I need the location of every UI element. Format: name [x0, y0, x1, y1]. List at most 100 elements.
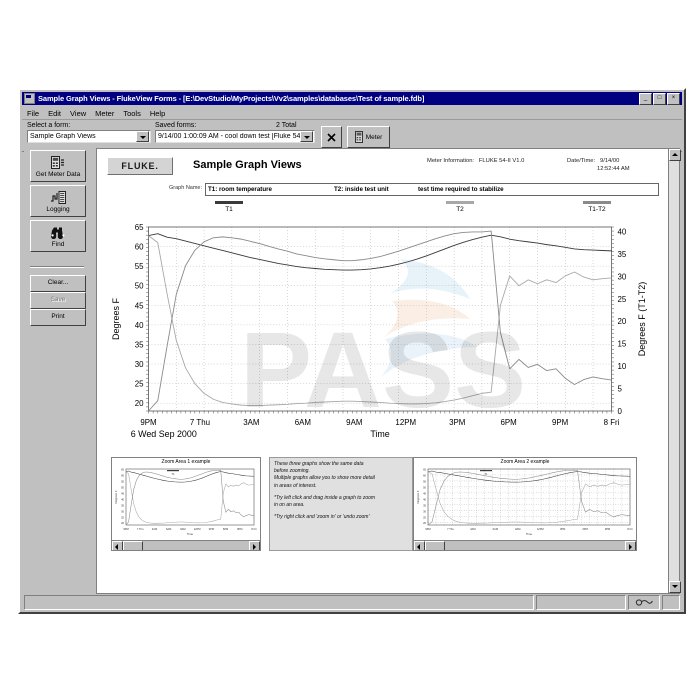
scroll-right-icon[interactable] [249, 540, 260, 550]
save-button-label: Save [50, 296, 66, 303]
main-chart[interactable]: 20 25 30 35 40 45 50 55 60 65 0 5 10 15 20 25 30 35 40 9PM 7… [103, 223, 663, 451]
legend-swatch [446, 201, 474, 204]
scroll-left-icon[interactable] [112, 540, 123, 550]
sidebar-item-get-meter-data[interactable]: Get Meter Data [30, 150, 86, 182]
mini-chart-2-scrollbar[interactable] [414, 540, 636, 550]
svg-text:9PM: 9PM [140, 418, 156, 427]
scroll-left-icon[interactable] [414, 540, 425, 550]
minimize-button[interactable]: _ [639, 92, 652, 105]
chevron-down-icon[interactable] [136, 131, 149, 142]
mini-chart-2-svg: 20 25 30 35 40 45 5055 60 65 9PM 7 Thu 3AM 6AM 9AM 12P… [416, 468, 633, 536]
mini-chart-2[interactable]: Zoom Area 2 example 20 25 30 35 40 45 50 55 60 65… [413, 457, 637, 551]
mini-chart-1-scrollbar[interactable] [112, 540, 260, 550]
notes-line-5: *Try left click and drag inside a graph … [274, 494, 376, 501]
forms-total-label: 2 Total [276, 122, 297, 129]
logging-icon [31, 189, 85, 205]
menu-edit[interactable]: Edit [48, 109, 61, 118]
svg-text:55: 55 [423, 480, 426, 484]
maximize-button[interactable]: □ [653, 92, 666, 105]
datetime-date: 9/14/00 [599, 158, 620, 164]
menu-tools[interactable]: Tools [123, 109, 141, 118]
menu-meter[interactable]: Meter [95, 109, 114, 118]
svg-text:8 Fri: 8 Fri [604, 418, 620, 427]
chevron-down-icon[interactable] [300, 131, 313, 142]
delete-form-button[interactable] [321, 126, 342, 148]
svg-text:9AM: 9AM [346, 418, 362, 427]
svg-text:20: 20 [135, 399, 144, 408]
menu-view[interactable]: View [70, 109, 86, 118]
select-form-value: Sample Graph Views [30, 133, 96, 140]
mini-chart-1[interactable]: Zoom Area 1 example 20 25 30 35 40 45 50 55 60 65… [111, 457, 261, 551]
svg-text:9PM: 9PM [605, 527, 610, 531]
svg-text:Degrees F: Degrees F [416, 490, 420, 503]
menu-help[interactable]: Help [150, 109, 165, 118]
connection-icon [635, 599, 653, 606]
svg-text:25: 25 [617, 295, 626, 304]
window-title: Sample Graph Views - FlukeView Forms - [… [38, 94, 425, 103]
scroll-track[interactable] [445, 541, 625, 550]
svg-text:9PM: 9PM [552, 418, 568, 427]
svg-text:Degrees F: Degrees F [114, 490, 118, 503]
notes-line-6: in on an area. [274, 502, 305, 509]
clear-button[interactable]: Clear... [30, 275, 86, 292]
svg-text:50: 50 [423, 485, 426, 489]
connection-status [628, 595, 660, 610]
svg-text:40: 40 [617, 227, 626, 236]
meter-button[interactable]: Meter [347, 126, 390, 148]
svg-text:65: 65 [121, 468, 124, 472]
fluke-logo-text: FLUKE. [121, 161, 159, 171]
meter-information-value: FLUKE 54-II V1.0 [478, 158, 525, 164]
scroll-right-icon[interactable] [625, 540, 636, 550]
sidebar-item-logging[interactable]: Logging [30, 185, 86, 217]
scroll-thumb[interactable] [123, 540, 143, 550]
print-button[interactable]: Print [30, 309, 86, 326]
saved-forms-combo[interactable]: 9/14/00 1:00:09 AM - cool down test [Flu… [155, 130, 315, 143]
notes-line-2: before zooming. [274, 468, 310, 475]
sidebar-item-find[interactable]: Find [30, 220, 86, 252]
scroll-down-icon[interactable] [669, 581, 681, 593]
scroll-thumb[interactable] [425, 540, 445, 550]
svg-text:60: 60 [423, 474, 426, 478]
svg-text:Time: Time [370, 429, 389, 439]
scroll-up-icon[interactable] [669, 149, 681, 161]
svg-text:12PM: 12PM [537, 527, 544, 531]
meter-information-label: Meter Information: [427, 158, 475, 164]
legend-swatch [583, 201, 611, 204]
svg-text:6PM: 6PM [501, 418, 517, 427]
svg-text:45: 45 [423, 491, 426, 495]
svg-text:25: 25 [121, 515, 124, 519]
svg-text:12PM: 12PM [395, 418, 416, 427]
svg-text:6AM: 6AM [166, 527, 171, 531]
svg-text:55: 55 [135, 262, 144, 271]
svg-text:9PM: 9PM [123, 527, 128, 531]
close-button[interactable]: × [667, 92, 680, 105]
svg-text:55: 55 [121, 480, 124, 484]
scroll-track[interactable] [143, 541, 249, 550]
svg-text:65: 65 [423, 468, 426, 472]
svg-text:15: 15 [617, 340, 626, 349]
page-title: Sample Graph Views [193, 159, 302, 171]
svg-text:40: 40 [121, 497, 124, 501]
select-form-combo[interactable]: Sample Graph Views [27, 130, 151, 143]
svg-text:25: 25 [135, 380, 144, 389]
client-area: Get Meter Data Logging Find Clear... Sav… [24, 148, 681, 594]
svg-text:50: 50 [121, 485, 124, 489]
menu-file[interactable]: File [27, 109, 39, 118]
select-form-group: Select a form: Sample Graph Views [27, 122, 151, 143]
notes-line-4: in areas of interest. [274, 482, 317, 489]
svg-text:Time: Time [187, 532, 194, 536]
svg-text:30: 30 [121, 509, 124, 513]
legend-item-t1: T1 [209, 201, 249, 213]
graph-name-t2: T2: inside test unit [334, 186, 389, 193]
svg-text:50: 50 [135, 282, 144, 291]
graph-name-t1: T1: room temperature [208, 186, 272, 193]
svg-text:8 Fri: 8 Fri [627, 527, 633, 531]
form-scrollbar[interactable] [668, 148, 681, 594]
select-form-label: Select a form: [27, 122, 71, 129]
graph-name-label: Graph Name: [169, 185, 203, 191]
graph-name-field[interactable]: T1: room temperature T2: inside test uni… [205, 183, 659, 196]
svg-text:3AM: 3AM [470, 527, 475, 531]
binoculars-icon [31, 224, 85, 240]
svg-text:35: 35 [423, 503, 426, 507]
status-message [24, 595, 534, 610]
